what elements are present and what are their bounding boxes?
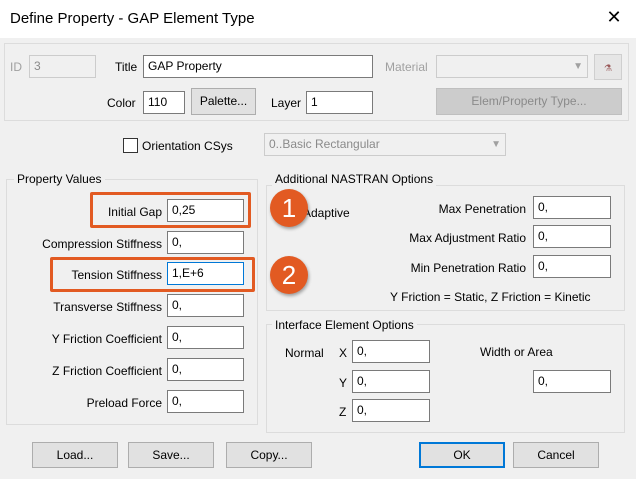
min-penetration-ratio-label: Min Penetration Ratio <box>410 261 526 275</box>
load-button[interactable]: Load... <box>32 442 118 468</box>
save-button[interactable]: Save... <box>128 442 214 468</box>
elem-property-type-button[interactable]: Elem/Property Type... <box>436 88 622 115</box>
preload-force-field[interactable]: 0, <box>167 390 244 413</box>
min-penetration-ratio-field[interactable]: 0, <box>533 255 611 278</box>
orientation-label: Orientation CSys <box>142 139 233 153</box>
max-adjustment-ratio-label: Max Adjustment Ratio <box>409 231 526 245</box>
id-field[interactable]: 3 <box>29 55 96 78</box>
y-friction-coefficient-field[interactable]: 0, <box>167 326 244 349</box>
transverse-stiffness-label: Transverse Stiffness <box>53 300 162 314</box>
color-label: Color <box>107 96 136 110</box>
transverse-stiffness-field[interactable]: 0, <box>167 294 244 317</box>
annotation-badge-2: 2 <box>270 256 308 294</box>
width-or-area-label: Width or Area <box>480 345 553 359</box>
orientation-checkbox[interactable] <box>123 138 138 153</box>
preload-force-label: Preload Force <box>86 396 162 410</box>
chevron-down-icon: ▼ <box>573 61 583 72</box>
id-label: ID <box>10 60 22 74</box>
palette-button[interactable]: Palette... <box>191 88 256 115</box>
y-friction-coefficient-label: Y Friction Coefficient <box>51 332 162 346</box>
layer-field[interactable]: 1 <box>306 91 373 114</box>
normal-label: Normal <box>285 346 324 360</box>
friction-note: Y Friction = Static, Z Friction = Kineti… <box>390 290 591 304</box>
window-title: Define Property - GAP Element Type <box>10 10 255 27</box>
z-label: Z <box>339 405 347 419</box>
ok-button[interactable]: OK <box>419 442 505 468</box>
cancel-button[interactable]: Cancel <box>513 442 599 468</box>
orientation-combo[interactable]: 0..Basic Rectangular ▼ <box>264 133 506 156</box>
material-combo[interactable]: ▼ <box>436 55 588 78</box>
copy-button[interactable]: Copy... <box>226 442 312 468</box>
close-icon[interactable]: ✕ <box>604 7 624 27</box>
title-field[interactable]: GAP Property <box>143 55 373 78</box>
normal-y-field[interactable]: 0, <box>352 370 430 393</box>
z-friction-coefficient-field[interactable]: 0, <box>167 358 244 381</box>
color-field[interactable]: 110 <box>143 91 185 114</box>
max-penetration-field[interactable]: 0, <box>533 196 611 219</box>
property-values-title: Property Values <box>14 172 105 186</box>
highlight-initial-gap <box>90 192 251 228</box>
layer-label: Layer <box>271 96 302 110</box>
interface-options-title: Interface Element Options <box>272 318 417 332</box>
highlight-tension-stiffness <box>50 257 255 292</box>
orientation-value: 0..Basic Rectangular <box>269 137 380 151</box>
material-label: Material <box>385 60 428 74</box>
x-label: X <box>339 346 348 360</box>
normal-z-field[interactable]: 0, <box>352 399 430 422</box>
max-adjustment-ratio-field[interactable]: 0, <box>533 225 611 248</box>
nastran-options-title: Additional NASTRAN Options <box>272 172 437 186</box>
title-label: Title <box>115 60 138 74</box>
annotation-badge-1: 1 <box>270 189 308 227</box>
material-palette-icon[interactable]: ⚗ <box>594 54 622 80</box>
y-label: Y <box>339 376 348 390</box>
max-penetration-label: Max Penetration <box>438 202 526 216</box>
chevron-down-icon: ▼ <box>491 139 501 150</box>
z-friction-coefficient-label: Z Friction Coefficient <box>52 364 162 378</box>
compression-stiffness-label: Compression Stiffness <box>42 237 162 251</box>
width-or-area-field[interactable]: 0, <box>533 370 611 393</box>
normal-x-field[interactable]: 0, <box>352 340 430 363</box>
compression-stiffness-field[interactable]: 0, <box>167 231 244 254</box>
